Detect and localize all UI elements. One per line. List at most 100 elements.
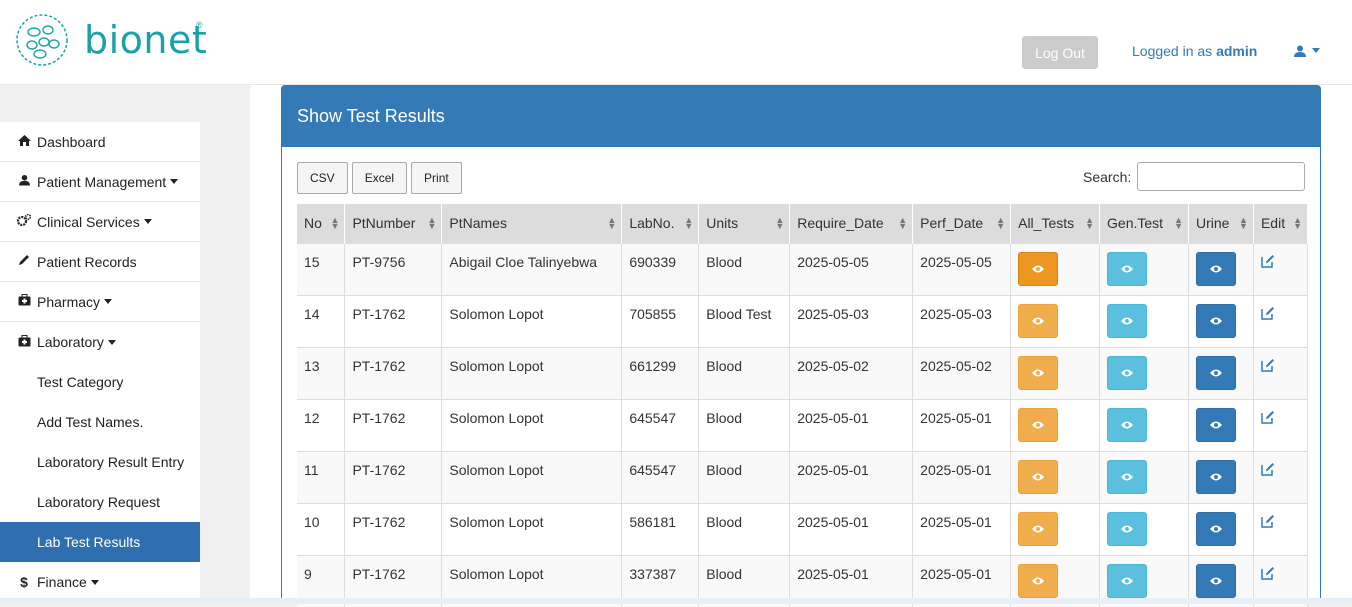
sidebar: Dashboard Patient Management Clinical Se… (0, 122, 200, 602)
urine-view-button[interactable] (1195, 459, 1236, 494)
urine-view-button[interactable] (1195, 563, 1236, 598)
column-header-gen-test[interactable]: Gen.Test ▲ ▼ (1099, 204, 1189, 243)
sidebar-subitem-lab-test-results[interactable]: Lab Test Results (0, 522, 200, 562)
cell-action (1188, 346, 1254, 399)
gears-icon (16, 213, 32, 229)
user-menu-dropdown[interactable] (1294, 42, 1320, 57)
sort-icon: ▲ ▼ (898, 215, 908, 231)
sort-icon: ▲ ▼ (1085, 215, 1095, 231)
edit-icon[interactable] (1261, 358, 1275, 372)
eye-icon (1121, 265, 1134, 272)
all-tests-view-button[interactable] (1018, 303, 1059, 338)
sidebar-item-patient-records[interactable]: Patient Records (0, 242, 200, 282)
logged-in-status: Logged in as admin (1132, 43, 1257, 59)
sidebar-item-laboratory[interactable]: Laboratory (0, 322, 200, 362)
excel-export-button[interactable]: Excel (351, 162, 408, 194)
cell-action (1188, 450, 1254, 503)
sidebar-subitem-add-test-names[interactable]: Add Test Names. (0, 402, 200, 442)
eye-icon (1209, 317, 1222, 324)
column-header-require-date[interactable]: Require_Date ▲ ▼ (789, 204, 914, 243)
edit-icon[interactable] (1261, 566, 1275, 580)
urine-view-button[interactable] (1195, 355, 1236, 390)
column-header-edit[interactable]: Edit ▲ ▼ (1253, 204, 1309, 243)
search-input[interactable] (1137, 162, 1305, 191)
edit-icon[interactable] (1261, 254, 1275, 268)
cell-units: Blood (698, 242, 791, 295)
column-header-no[interactable]: No ▲ ▼ (297, 204, 346, 243)
edit-icon[interactable] (1261, 306, 1275, 320)
eye-icon (1032, 317, 1045, 324)
all-tests-view-button[interactable] (1018, 511, 1059, 546)
cell-no: 15 (297, 242, 346, 295)
gen-test-view-button[interactable] (1107, 407, 1148, 442)
all-tests-view-button[interactable] (1018, 459, 1059, 494)
cell-require-date: 2025-05-05 (789, 242, 914, 295)
column-header-perf-date[interactable]: Perf_Date ▲ ▼ (912, 204, 1012, 243)
column-header-label: Units (706, 215, 739, 232)
cell-action (1010, 294, 1101, 347)
test-results-panel: Show Test Results CSV Excel Print Search… (281, 85, 1321, 607)
cell-action (1099, 502, 1189, 555)
column-header-label: LabNo. (629, 215, 675, 232)
edit-icon[interactable] (1261, 410, 1275, 424)
logout-button[interactable]: Log Out (1022, 36, 1098, 69)
cell-ptnumber: PT-1762 (344, 450, 443, 503)
cell-units: Blood (698, 502, 791, 555)
cell-action (1099, 294, 1189, 347)
sidebar-item-pharmacy[interactable]: Pharmacy (0, 282, 200, 322)
all-tests-view-button[interactable] (1018, 563, 1059, 598)
gen-test-view-button[interactable] (1107, 303, 1148, 338)
urine-view-button[interactable] (1195, 251, 1236, 286)
brand-registered-mark: ® (196, 20, 203, 30)
column-header-labno-[interactable]: LabNo. ▲ ▼ (621, 204, 700, 243)
cell-no: 12 (297, 398, 346, 451)
column-header-all-tests[interactable]: All_Tests ▲ ▼ (1010, 204, 1101, 243)
edit-icon[interactable] (1261, 514, 1275, 528)
caret-down-icon (143, 219, 152, 224)
export-button-group: CSV Excel Print (297, 162, 462, 194)
cell-no: 14 (297, 294, 346, 347)
urine-view-button[interactable] (1195, 407, 1236, 442)
column-header-ptnumber[interactable]: PtNumber ▲ ▼ (344, 204, 443, 243)
urine-view-button[interactable] (1195, 303, 1236, 338)
gen-test-view-button[interactable] (1107, 511, 1148, 546)
all-tests-view-button[interactable] (1018, 407, 1059, 442)
sidebar-subitem-laboratory-result-entry[interactable]: Laboratory Result Entry (0, 442, 200, 482)
column-header-units[interactable]: Units ▲ ▼ (698, 204, 791, 243)
all-tests-view-button[interactable] (1018, 251, 1059, 286)
eye-icon (1032, 473, 1045, 480)
sidebar-subitem-laboratory-request[interactable]: Laboratory Request (0, 482, 200, 522)
sidebar-item-clinical-services[interactable]: Clinical Services (0, 202, 200, 242)
cell-ptnames: Solomon Lopot (441, 502, 623, 555)
gen-test-view-button[interactable] (1107, 459, 1148, 494)
cell-action (1010, 346, 1101, 399)
edit-icon[interactable] (1261, 462, 1275, 476)
sidebar-item-finance[interactable]: $ Finance (0, 562, 200, 602)
sidebar-item-patient-management[interactable]: Patient Management (0, 162, 200, 202)
csv-export-button[interactable]: CSV (297, 162, 348, 194)
cell-ptnames: Solomon Lopot (441, 398, 623, 451)
cell-labno-: 705855 (621, 294, 700, 347)
gen-test-view-button[interactable] (1107, 563, 1148, 598)
sidebar-item-dashboard[interactable]: Dashboard (0, 122, 200, 162)
cell-perf-date: 2025-05-01 (912, 502, 1012, 555)
sidebar-subitem-test-category[interactable]: Test Category (0, 362, 200, 402)
column-header-urine[interactable]: Urine ▲ ▼ (1188, 204, 1254, 243)
sort-icon: ▲ ▼ (427, 215, 437, 231)
sidebar-item-label: Patient Management (37, 173, 167, 190)
print-button[interactable]: Print (411, 162, 462, 194)
cell-action (1010, 242, 1101, 295)
gen-test-view-button[interactable] (1107, 355, 1148, 390)
eye-icon (1209, 525, 1222, 532)
cell-require-date: 2025-05-01 (789, 450, 914, 503)
column-header-ptnames[interactable]: PtNames ▲ ▼ (441, 204, 623, 243)
sort-icon: ▲ ▼ (330, 215, 340, 231)
logged-in-prefix: Logged in as (1132, 43, 1213, 59)
column-header-label: Gen.Test (1107, 215, 1164, 232)
cell-ptnumber: PT-9756 (344, 242, 443, 295)
dollar-icon: $ (20, 574, 28, 590)
sidebar-item-label: Dashboard (37, 133, 106, 150)
urine-view-button[interactable] (1195, 511, 1236, 546)
gen-test-view-button[interactable] (1107, 251, 1148, 286)
all-tests-view-button[interactable] (1018, 355, 1059, 390)
